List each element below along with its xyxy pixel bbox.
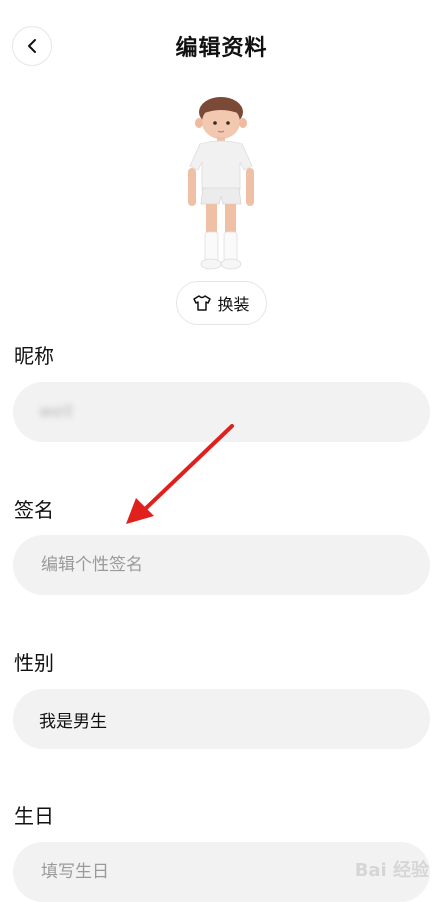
avatar-figure[interactable] [176,92,266,272]
outfit-button[interactable]: 换装 [176,281,267,325]
nickname-value: well [39,402,73,422]
gender-value: 我是男生 [39,711,107,732]
tshirt-icon [193,295,212,311]
signature-label: 签名 [14,498,54,522]
gender-label: 性别 [14,651,54,675]
watermark: Bai 经验 [354,860,429,881]
birthday-label: 生日 [14,804,54,828]
annotation-arrow [126,424,234,524]
outfit-button-label: 换装 [217,295,250,314]
nickname-label: 昵称 [14,344,54,368]
gender-field[interactable]: 我是男生 [13,689,430,749]
page-title: 编辑资料 [175,36,268,61]
signature-field[interactable] [13,535,430,595]
signature-input[interactable] [39,554,430,576]
